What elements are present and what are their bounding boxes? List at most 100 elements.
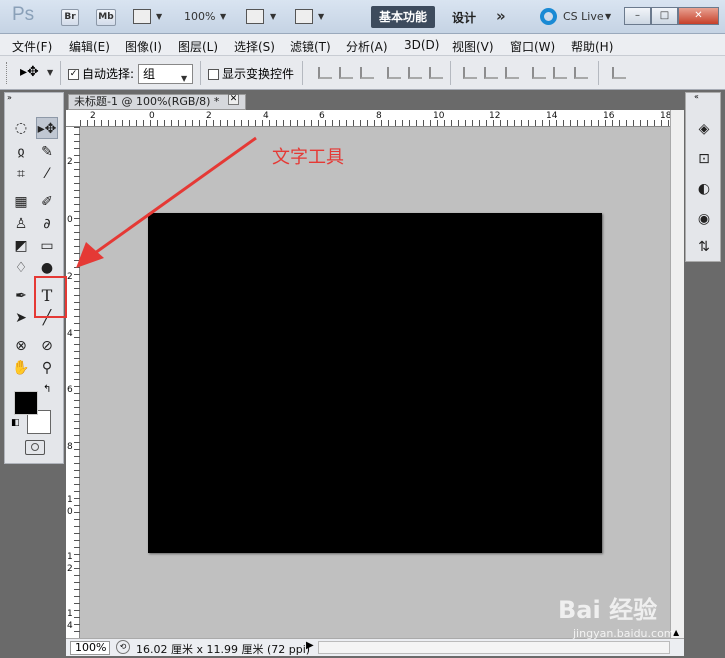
hand-tool-icon[interactable]: ✋ xyxy=(10,357,32,379)
cs-live-icon[interactable] xyxy=(540,8,557,25)
auto-align-icon[interactable] xyxy=(612,67,626,79)
layers-panel-icon[interactable]: ◈ xyxy=(694,119,714,139)
distribute-vcenter-icon[interactable] xyxy=(484,67,498,79)
align-right-icon[interactable] xyxy=(429,67,443,79)
foreground-color-swatch[interactable] xyxy=(14,391,38,415)
zoom-input[interactable]: 100% xyxy=(70,641,110,655)
distribute-left-icon[interactable] xyxy=(532,67,546,79)
lasso-tool-icon[interactable]: ჲ xyxy=(10,141,32,163)
minimize-button[interactable]: – xyxy=(624,7,651,25)
show-transform-checkbox[interactable]: 显示变换控件 xyxy=(208,65,294,82)
expand-panels-icon[interactable]: « xyxy=(694,92,699,101)
screen-mode-icon[interactable] xyxy=(295,9,313,24)
default-colors-icon[interactable]: ◧ xyxy=(11,418,20,428)
separator xyxy=(598,61,599,85)
document-info: 16.02 厘米 x 11.99 厘米 (72 ppi) xyxy=(136,643,311,656)
pen-tool-icon[interactable]: ✒ xyxy=(10,285,32,307)
quick-select-tool-icon[interactable]: ✎ xyxy=(36,141,58,163)
history-brush-tool-icon[interactable]: ∂ xyxy=(36,213,58,235)
clone-stamp-tool-icon[interactable]: ♙ xyxy=(10,213,32,235)
move-tool-preset-icon[interactable]: ▸✥ xyxy=(20,64,39,80)
history-panel-icon[interactable]: ⇅ xyxy=(694,237,714,257)
collapse-icon[interactable]: » xyxy=(7,93,12,102)
separator xyxy=(200,61,201,85)
transform-panel-icon[interactable]: ⊡ xyxy=(694,149,714,169)
maximize-button[interactable]: □ xyxy=(651,7,678,25)
menu-layer[interactable]: 图层(L) xyxy=(178,38,218,55)
menu-help[interactable]: 帮助(H) xyxy=(571,38,613,55)
menu-edit[interactable]: 编辑(E) xyxy=(69,38,110,55)
auto-select-checkbox[interactable]: ✓ 自动选择: xyxy=(68,65,134,82)
mini-bridge-button[interactable]: Mb xyxy=(96,9,116,26)
ruler-label: 1 xyxy=(67,609,73,619)
menu-filter[interactable]: 滤镜(T) xyxy=(290,38,331,55)
crop-tool-icon[interactable]: ⌗ xyxy=(10,163,32,185)
horizontal-scrollbar[interactable] xyxy=(318,641,670,654)
chevron-down-icon[interactable]: ▼ xyxy=(318,12,324,21)
move-tool-icon[interactable]: ▸✥ xyxy=(36,117,58,139)
align-left-icon[interactable] xyxy=(387,67,401,79)
chevron-down-icon[interactable]: ▼ xyxy=(220,12,226,21)
masks-panel-icon[interactable]: ◉ xyxy=(694,209,714,229)
more-workspaces-icon[interactable]: » xyxy=(496,7,506,25)
distribute-bottom-icon[interactable] xyxy=(505,67,519,79)
chevron-down-icon[interactable]: ▼ xyxy=(270,12,276,21)
workspace-design[interactable]: 设计 xyxy=(452,9,476,26)
ruler-label: 0 xyxy=(67,507,73,517)
distribute-right-icon[interactable] xyxy=(574,67,588,79)
cs-live-label[interactable]: CS Live xyxy=(563,10,604,23)
menu-window[interactable]: 窗口(W) xyxy=(510,38,555,55)
quick-mask-icon[interactable] xyxy=(25,440,45,455)
document-tab[interactable]: 未标题-1 @ 100%(RGB/8) * xyxy=(68,94,246,110)
menu-analysis[interactable]: 分析(A) xyxy=(346,38,388,55)
align-bottom-icon[interactable] xyxy=(360,67,374,79)
vertical-scrollbar[interactable]: ▲ xyxy=(670,110,684,638)
ruler-label: 6 xyxy=(67,385,73,395)
zoom-level[interactable]: 100% xyxy=(184,10,215,23)
chevron-down-icon[interactable]: ▼ xyxy=(47,68,53,77)
close-button[interactable]: ✕ xyxy=(678,7,719,25)
chevron-down-icon[interactable]: ▼ xyxy=(156,12,162,21)
status-info-icon[interactable]: ⟲ xyxy=(116,640,130,654)
grip-handle[interactable] xyxy=(6,62,9,84)
swap-colors-icon[interactable]: ↰ xyxy=(43,384,51,395)
view-extras-icon[interactable] xyxy=(133,9,151,24)
brush-tool-icon[interactable]: ✐ xyxy=(36,191,58,213)
menu-image[interactable]: 图像(I) xyxy=(125,38,162,55)
blur-tool-icon[interactable]: ♢ xyxy=(10,257,32,279)
type-tool-highlight xyxy=(34,276,67,318)
ruler-label: 8 xyxy=(67,442,73,452)
workspace-essentials[interactable]: 基本功能 xyxy=(371,6,435,28)
menu-file[interactable]: 文件(F) xyxy=(12,38,52,55)
align-vcenter-icon[interactable] xyxy=(339,67,353,79)
3d-orbit-tool-icon[interactable]: ⊘ xyxy=(36,335,58,357)
ruler-top: 2 0 2 4 6 8 10 12 14 16 18 xyxy=(66,110,671,127)
distribute-top-icon[interactable] xyxy=(463,67,477,79)
menu-view[interactable]: 视图(V) xyxy=(452,38,494,55)
close-document-icon[interactable]: ✕ xyxy=(228,94,239,105)
gradient-tool-icon[interactable]: ▭ xyxy=(36,235,58,257)
auto-select-dropdown[interactable]: 组 ▼ xyxy=(138,64,193,84)
healing-brush-tool-icon[interactable]: ▦ xyxy=(10,191,32,213)
bridge-button[interactable]: Br xyxy=(61,9,79,26)
zoom-tool-icon[interactable]: ⚲ xyxy=(36,357,58,379)
align-hcenter-icon[interactable] xyxy=(408,67,422,79)
eraser-tool-icon[interactable]: ◩ xyxy=(10,235,32,257)
3d-rotate-tool-icon[interactable]: ⊗ xyxy=(10,335,32,357)
show-transform-label: 显示变换控件 xyxy=(222,67,295,81)
path-select-tool-icon[interactable]: ➤ xyxy=(10,307,32,329)
distribute-hcenter-icon[interactable] xyxy=(553,67,567,79)
chevron-down-icon[interactable]: ▼ xyxy=(605,12,611,21)
align-top-icon[interactable] xyxy=(318,67,332,79)
menu-select[interactable]: 选择(S) xyxy=(234,38,275,55)
menu-3d[interactable]: 3D(D) xyxy=(404,38,439,52)
auto-select-check[interactable]: ✓ xyxy=(68,69,79,80)
eyedropper-tool-icon[interactable]: ⁄ xyxy=(36,163,58,185)
chevron-down-icon[interactable]: ▼ xyxy=(181,70,187,88)
status-menu-icon[interactable]: ▶ xyxy=(306,640,314,651)
adjustments-panel-icon[interactable]: ◐ xyxy=(694,179,714,199)
show-transform-check[interactable] xyxy=(208,69,219,80)
marquee-tool-icon[interactable]: ◌ xyxy=(10,117,32,139)
arrange-documents-icon[interactable] xyxy=(246,9,264,24)
watermark-url: jingyan.baidu.com xyxy=(573,627,675,640)
